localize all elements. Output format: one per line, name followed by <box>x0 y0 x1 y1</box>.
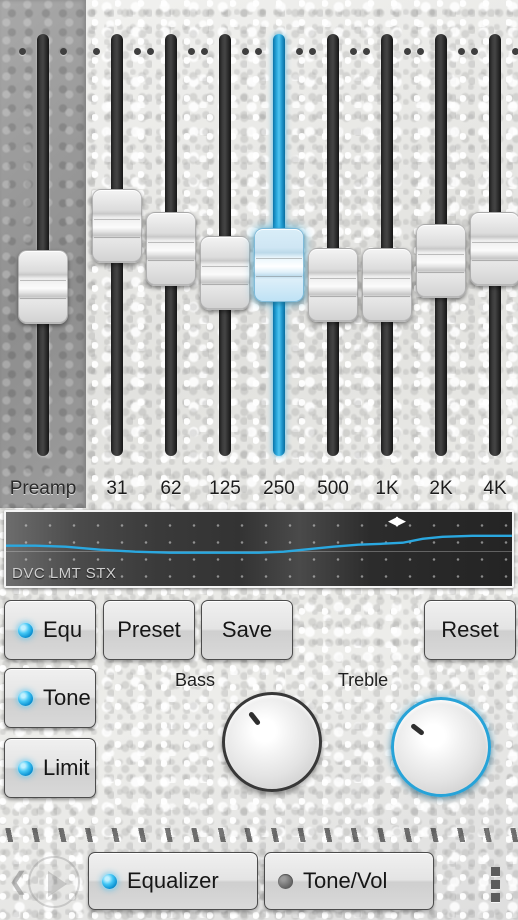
tone-toggle-button[interactable]: Tone <box>4 668 96 728</box>
eq-slider-500[interactable] <box>303 34 363 460</box>
preset-button-label: Preset <box>117 617 181 642</box>
eq-slider-tick-dot <box>255 48 262 55</box>
eq-slider-31[interactable] <box>87 34 147 460</box>
equalizer-panel: Preamp 31 62 125 250 500 1K 2K 4K <box>0 0 518 508</box>
tone-button-label: Tone <box>43 685 91 710</box>
bass-knob-label: Bass <box>174 670 216 690</box>
play-icon[interactable] <box>28 856 80 908</box>
reset-button[interactable]: Reset <box>424 600 516 660</box>
frequency-label-row: Preamp 31 62 125 250 500 1K 2K 4K <box>0 472 518 508</box>
eq-slider-track[interactable] <box>327 34 339 456</box>
eq-slider-handle[interactable] <box>146 212 196 286</box>
eq-slider-tick-dot <box>147 48 154 55</box>
eq-slider-125[interactable] <box>195 34 255 460</box>
limit-led-icon <box>18 760 33 776</box>
kebab-dot <box>491 893 500 902</box>
eq-slider-tick-dot <box>404 48 411 55</box>
eq-slider-tick-dot <box>19 48 26 55</box>
eq-slider-tick-dot <box>242 48 249 55</box>
eq-slider-handle[interactable] <box>18 250 68 324</box>
tone-vol-tab-label: Tone/Vol <box>303 868 388 893</box>
eq-slider-tick-dot <box>296 48 303 55</box>
bass-knob-indicator <box>248 711 262 727</box>
limit-button-label: Limit <box>43 755 90 780</box>
eq-slider-tick-dot <box>350 48 357 55</box>
limit-toggle-button[interactable]: Limit <box>4 738 96 798</box>
eq-slider-tick-dot <box>188 48 195 55</box>
eq-slider-tick-dot <box>458 48 465 55</box>
eq-slider-preamp[interactable] <box>13 34 73 460</box>
stitch-divider <box>0 828 518 842</box>
preset-button[interactable]: Preset <box>103 600 195 660</box>
eq-slider-2k[interactable] <box>411 34 471 460</box>
eq-slider-tick-dot <box>309 48 316 55</box>
eq-slider-tick-dot <box>93 48 100 55</box>
eq-slider-handle[interactable] <box>362 248 412 322</box>
back-chevron-icon[interactable]: ❮ <box>8 870 28 894</box>
bottom-toolbar: ❮ Equalizer Tone/Vol <box>0 842 518 920</box>
eq-slider-tick-dot <box>134 48 141 55</box>
tab-tone-vol[interactable]: Tone/Vol <box>264 852 434 910</box>
eq-slider-250[interactable] <box>249 34 309 460</box>
eq-slider-tick-dot <box>471 48 478 55</box>
equ-toggle-button[interactable]: Equ <box>4 600 96 660</box>
save-button[interactable]: Save <box>201 600 293 660</box>
eq-slider-handle[interactable] <box>416 224 466 298</box>
equ-led-icon <box>18 622 33 638</box>
eq-slider-tick-dot <box>201 48 208 55</box>
reset-button-label: Reset <box>441 617 499 642</box>
eq-slider-tick-dot <box>60 48 67 55</box>
overflow-menu-icon[interactable] <box>491 867 500 906</box>
eq-slider-handle[interactable] <box>200 236 250 310</box>
kebab-dot <box>491 880 500 889</box>
tab-equalizer[interactable]: Equalizer <box>88 852 258 910</box>
spectrum-display[interactable]: ◀▶ DVC LMT STX <box>4 510 514 588</box>
spectrum-pan-marker[interactable]: ◀▶ <box>388 514 408 528</box>
eq-slider-handle[interactable] <box>470 212 518 286</box>
equalizer-tab-label: Equalizer <box>127 868 219 893</box>
eq-band-label-4k: 4K <box>483 478 507 499</box>
tone-vol-tab-led-icon <box>278 873 293 889</box>
eq-slider-handle[interactable] <box>254 228 304 302</box>
eq-slider-1k[interactable] <box>357 34 417 460</box>
treble-knob-indicator <box>410 723 426 737</box>
treble-knob[interactable] <box>391 697 491 797</box>
eq-slider-handle[interactable] <box>92 189 142 263</box>
bass-knob-cap[interactable] <box>222 692 322 792</box>
eq-slider-tick-dot <box>417 48 424 55</box>
treble-knob-cap[interactable] <box>391 697 491 797</box>
eq-slider-track[interactable] <box>381 34 393 456</box>
eq-slider-tick-dot <box>512 48 518 55</box>
eq-slider-track[interactable] <box>37 34 49 456</box>
eq-slider-4k[interactable] <box>465 34 518 460</box>
equ-button-label: Equ <box>43 617 83 642</box>
eq-slider-handle[interactable] <box>308 248 358 322</box>
equalizer-tab-led-icon <box>102 873 117 889</box>
treble-knob-label: Treble <box>337 670 389 690</box>
tone-led-icon <box>18 690 33 706</box>
spectrum-status-text: DVC LMT STX <box>12 565 117 582</box>
eq-slider-62[interactable] <box>141 34 201 460</box>
eq-slider-tick-dot <box>363 48 370 55</box>
bass-knob[interactable] <box>222 692 322 792</box>
save-button-label: Save <box>221 617 273 642</box>
kebab-dot <box>491 867 500 876</box>
